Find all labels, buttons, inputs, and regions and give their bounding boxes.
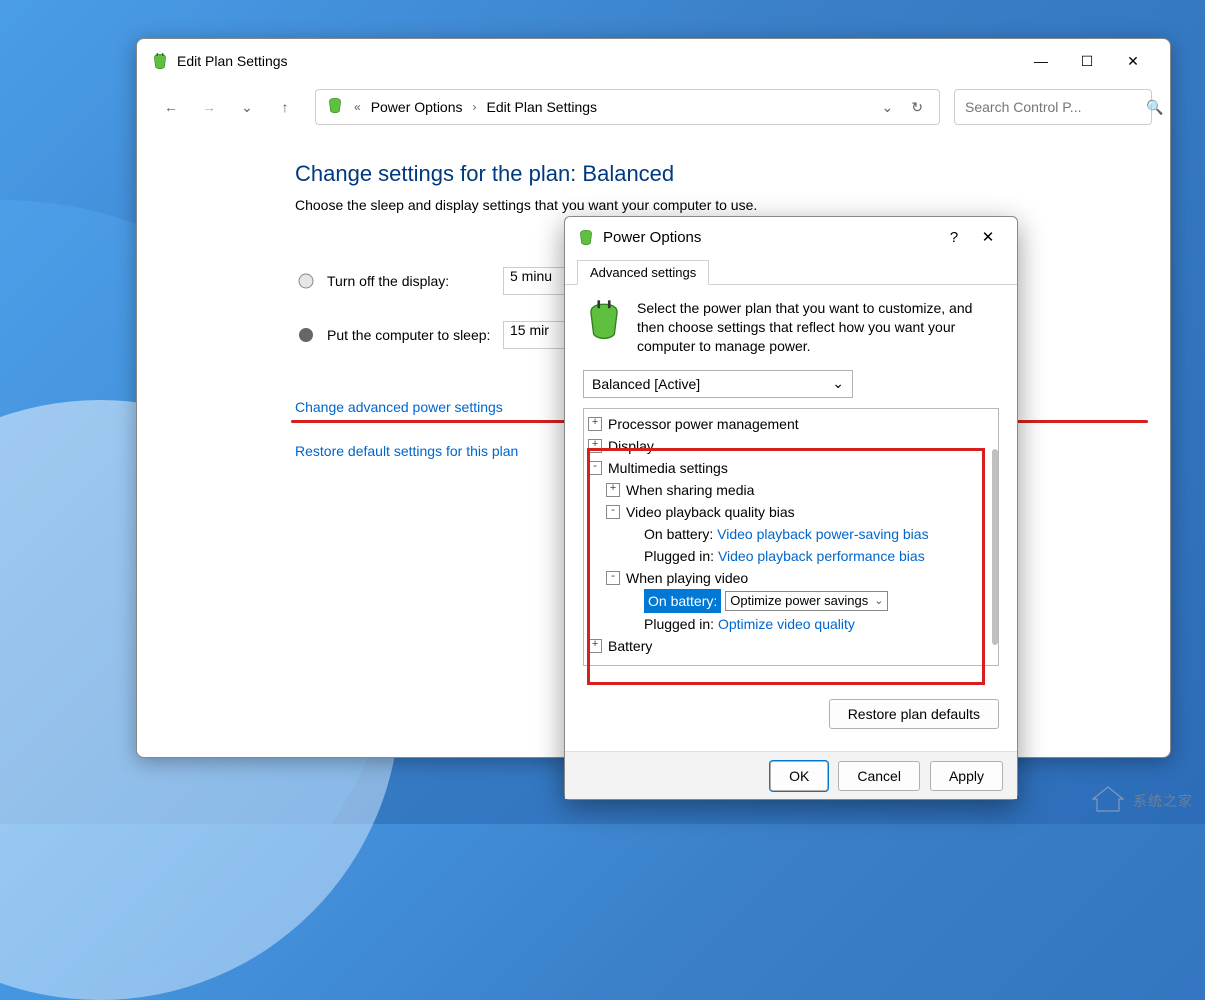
power-plan-select-value: Balanced [Active]: [592, 376, 700, 392]
breadcrumb-separator: «: [354, 100, 361, 114]
dialog-intro-text: Select the power plan that you want to c…: [637, 299, 999, 356]
dialog-titlebar: Power Options ? ✕: [565, 217, 1017, 257]
tab-strip: Advanced settings: [565, 257, 1017, 285]
sleep-label: Put the computer to sleep:: [327, 327, 503, 343]
power-plan-select[interactable]: Balanced [Active] ⌄: [583, 370, 853, 398]
help-button[interactable]: ?: [937, 223, 971, 251]
page-subtext: Choose the sleep and display settings th…: [295, 197, 1130, 213]
power-plan-icon: [326, 96, 344, 119]
restore-plan-defaults-button[interactable]: Restore plan defaults: [829, 699, 999, 729]
maximize-button[interactable]: ☐: [1064, 45, 1110, 77]
breadcrumb-power-options[interactable]: Power Options: [371, 99, 463, 115]
dialog-close-button[interactable]: ✕: [971, 223, 1005, 251]
apply-button[interactable]: Apply: [930, 761, 1003, 791]
watermark: 系统之家: [1091, 785, 1193, 816]
expand-icon[interactable]: +: [588, 417, 602, 431]
forward-button[interactable]: →: [193, 91, 225, 123]
tree-node-battery[interactable]: +Battery: [588, 635, 994, 657]
collapse-icon[interactable]: -: [606, 571, 620, 585]
watermark-text: 系统之家: [1133, 791, 1193, 811]
refresh-button[interactable]: ↻: [905, 99, 929, 116]
turn-off-display-label: Turn off the display:: [327, 273, 503, 289]
minimize-button[interactable]: ―: [1018, 45, 1064, 77]
breadcrumb-separator: ›: [473, 100, 477, 114]
address-dropdown-button[interactable]: ⌄: [876, 99, 900, 116]
up-button[interactable]: ↑: [269, 91, 301, 123]
power-plan-large-icon: [583, 299, 625, 341]
tree-node-vpqb-battery[interactable]: On battery: Video playback power-saving …: [588, 523, 994, 545]
window-title: Edit Plan Settings: [177, 53, 288, 69]
tree-node-when-playing-video[interactable]: -When playing video: [588, 567, 994, 589]
tree-node-video-playback-bias[interactable]: -Video playback quality bias: [588, 501, 994, 523]
collapse-icon[interactable]: -: [588, 461, 602, 475]
tree-node-vpqb-plugged[interactable]: Plugged in: Video playback performance b…: [588, 545, 994, 567]
tree-node-playing-plugged[interactable]: Plugged in: Optimize video quality: [588, 613, 994, 635]
dialog-title: Power Options: [603, 229, 701, 246]
cancel-button[interactable]: Cancel: [838, 761, 920, 791]
settings-tree[interactable]: +Processor power management +Display -Mu…: [583, 408, 999, 666]
dialog-footer: OK Cancel Apply: [565, 751, 1017, 799]
tab-advanced-settings[interactable]: Advanced settings: [577, 260, 709, 285]
breadcrumb-edit-plan[interactable]: Edit Plan Settings: [487, 99, 598, 115]
tree-scrollbar[interactable]: [992, 449, 998, 645]
collapse-icon[interactable]: -: [606, 505, 620, 519]
playing-battery-select[interactable]: Optimize power savings⌄: [725, 591, 888, 611]
power-plan-icon: [151, 52, 169, 70]
address-bar[interactable]: « Power Options › Edit Plan Settings ⌄ ↻: [315, 89, 940, 125]
chevron-down-icon: ⌄: [832, 375, 844, 392]
display-icon: [295, 270, 317, 292]
search-icon[interactable]: 🔍: [1146, 99, 1163, 116]
expand-icon[interactable]: +: [606, 483, 620, 497]
tree-node-processor[interactable]: +Processor power management: [588, 413, 994, 435]
power-plan-icon: [577, 228, 595, 246]
tree-node-playing-battery[interactable]: On battery:Optimize power savings⌄: [588, 589, 994, 613]
tree-node-multimedia[interactable]: -Multimedia settings: [588, 457, 994, 479]
search-box[interactable]: 🔍: [954, 89, 1152, 125]
ok-button[interactable]: OK: [770, 761, 828, 791]
close-button[interactable]: ✕: [1110, 45, 1156, 77]
watermark-logo-icon: [1091, 785, 1125, 816]
power-options-dialog: Power Options ? ✕ Advanced settings Sele…: [564, 216, 1018, 800]
page-heading: Change settings for the plan: Balanced: [295, 161, 1130, 187]
tree-node-sharing[interactable]: +When sharing media: [588, 479, 994, 501]
dialog-body: Select the power plan that you want to c…: [565, 285, 1017, 751]
titlebar: Edit Plan Settings ― ☐ ✕: [137, 39, 1170, 83]
chevron-down-icon: ⌄: [874, 590, 883, 612]
expand-icon[interactable]: +: [588, 639, 602, 653]
expand-icon[interactable]: +: [588, 439, 602, 453]
sleep-icon: [295, 324, 317, 346]
selected-setting-label: On battery:: [644, 589, 721, 613]
back-button[interactable]: ←: [155, 91, 187, 123]
search-input[interactable]: [965, 99, 1146, 115]
history-dropdown-button[interactable]: ⌄: [231, 91, 263, 123]
tree-node-display[interactable]: +Display: [588, 435, 994, 457]
toolbar: ← → ⌄ ↑ « Power Options › Edit Plan Sett…: [137, 83, 1170, 131]
